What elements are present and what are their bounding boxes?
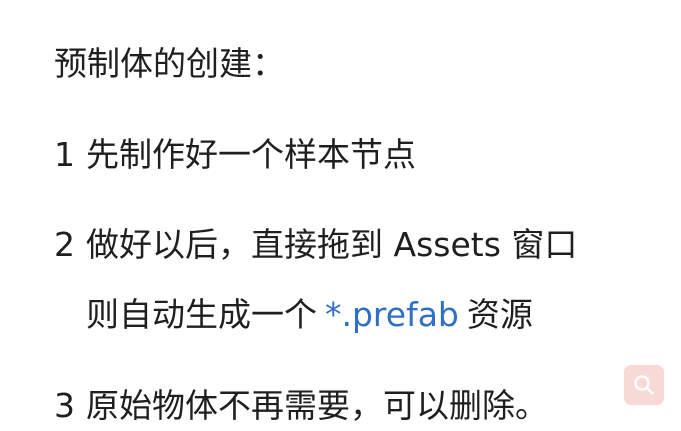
search-icon — [634, 375, 654, 395]
step-1-number: 1 — [54, 135, 75, 174]
step-1-text: 先制作好一个样本节点 — [86, 135, 416, 174]
prefab-code: *.prefab — [325, 295, 459, 334]
step-3-number: 3 — [54, 386, 75, 425]
step-2-continued: 则自动生成一个 *.prefab 资源 — [86, 295, 533, 335]
step-2: 2 做好以后，直接拖到 Assets 窗口 — [54, 225, 577, 265]
step-2-text: 做好以后，直接拖到 Assets 窗口 — [86, 225, 578, 264]
step-2-number: 2 — [54, 225, 75, 264]
step-3-text: 原始物体不再需要，可以删除。 — [86, 386, 548, 425]
title-text: 预制体的创建： — [54, 44, 285, 83]
search-button[interactable] — [624, 365, 664, 405]
page-title: 预制体的创建： — [54, 44, 285, 84]
step-1: 1 先制作好一个样本节点 — [54, 135, 416, 175]
step-3: 3 原始物体不再需要，可以删除。 — [54, 386, 548, 426]
step-2-cont-before: 则自动生成一个 — [86, 295, 317, 334]
step-2-cont-after: 资源 — [466, 295, 533, 334]
